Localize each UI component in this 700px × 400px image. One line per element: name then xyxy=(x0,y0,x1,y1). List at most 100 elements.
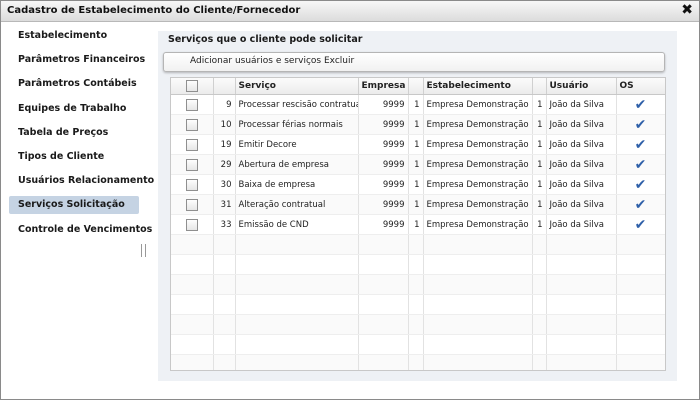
cell-usuario: João da Silva xyxy=(546,134,617,155)
cell-estabelecimento xyxy=(423,314,533,335)
delete-button[interactable]: Excluir xyxy=(324,56,354,66)
cell-estabelecimento: Empresa Demonstração xyxy=(423,154,533,175)
row-checkbox[interactable] xyxy=(185,98,198,111)
cell-est-num xyxy=(408,294,424,315)
cell-servico xyxy=(235,354,359,370)
table-row[interactable] xyxy=(171,314,665,335)
sidebar-item-parametros-contabeis[interactable]: Parâmetros Contábeis xyxy=(9,75,139,93)
cell-select[interactable] xyxy=(171,274,214,295)
cell-select[interactable] xyxy=(171,294,214,315)
cell-empresa xyxy=(358,294,409,315)
table-row[interactable] xyxy=(171,354,665,370)
cell-os xyxy=(616,314,665,335)
table-row[interactable] xyxy=(171,234,665,255)
cell-select[interactable] xyxy=(171,314,214,335)
table-row[interactable]: 29 Abertura de empresa 9999 1 Empresa Demons… xyxy=(171,154,665,175)
cell-id: 9 xyxy=(213,94,236,115)
cell-empresa xyxy=(358,334,409,355)
select-all-checkbox[interactable] xyxy=(185,80,198,92)
table-row[interactable] xyxy=(171,294,665,315)
table-row[interactable]: 31 Alteração contratual 9999 1 Empresa Demon… xyxy=(171,194,665,215)
cell-usuario xyxy=(546,274,617,295)
cell-usuario: João da Silva xyxy=(546,214,617,235)
table-row[interactable] xyxy=(171,274,665,295)
cell-select[interactable] xyxy=(171,134,214,155)
grid-body: 9 Processar rescisão contratual 9999 1 Empre… xyxy=(171,94,665,370)
sidebar-item-estabelecimento[interactable]: Estabelecimento xyxy=(9,27,139,45)
row-checkbox[interactable] xyxy=(185,198,198,211)
cell-estabelecimento xyxy=(423,254,533,275)
cell-est-num xyxy=(408,254,424,275)
cell-id: 33 xyxy=(213,214,236,235)
cell-estabelecimento: Empresa Demonstração xyxy=(423,174,533,195)
cell-usuario xyxy=(546,314,617,335)
cell-est-num: 1 xyxy=(408,214,424,235)
cell-usuario: João da Silva xyxy=(546,174,617,195)
row-checkbox[interactable] xyxy=(185,118,198,131)
header-select-all[interactable] xyxy=(171,78,214,95)
header-empresa[interactable]: Empresa xyxy=(358,78,409,95)
cell-est-num: 1 xyxy=(408,154,424,175)
cell-estabelecimento: Empresa Demonstração xyxy=(423,214,533,235)
row-checkbox[interactable] xyxy=(185,218,198,231)
cell-select[interactable] xyxy=(171,174,214,195)
header-usuario[interactable]: Usuário xyxy=(546,78,617,95)
cell-select[interactable] xyxy=(171,334,214,355)
sidebar-item-usuarios-relacionamento[interactable]: Usuários Relacionamento xyxy=(9,172,154,190)
splitter-handle[interactable] xyxy=(141,244,146,257)
cell-empresa xyxy=(358,274,409,295)
cell-est-num: 1 xyxy=(408,134,424,155)
check-icon: ✔ xyxy=(634,96,647,113)
sidebar-item-equipes-de-trabalho[interactable]: Equipes de Trabalho xyxy=(9,100,139,118)
table-row[interactable]: 30 Baixa de empresa 9999 1 Empresa Demonstra… xyxy=(171,174,665,195)
services-panel: Serviços que o cliente pode solicitar Ad… xyxy=(158,31,677,381)
cell-os: ✔ xyxy=(616,174,665,195)
table-row[interactable]: 19 Emitir Decore 9999 1 Empresa Demonstração… xyxy=(171,134,665,155)
cell-estabelecimento: Empresa Demonstração xyxy=(423,94,533,115)
cell-select[interactable] xyxy=(171,154,214,175)
cell-id xyxy=(213,234,236,255)
close-icon[interactable]: ✖ xyxy=(681,2,693,18)
sidebar-item-tabela-de-precos[interactable]: Tabela de Preços xyxy=(9,124,139,142)
row-checkbox[interactable] xyxy=(185,158,198,171)
cell-empresa: 9999 xyxy=(358,134,409,155)
sidebar-item-parametros-financeiros[interactable]: Parâmetros Financeiros xyxy=(9,51,145,69)
cell-select[interactable] xyxy=(171,234,214,255)
window-title: Cadastro de Estabelecimento do Cliente/F… xyxy=(7,5,301,16)
cell-select[interactable] xyxy=(171,114,214,135)
header-os[interactable]: OS xyxy=(616,78,665,95)
cell-os: ✔ xyxy=(616,114,665,135)
check-icon: ✔ xyxy=(634,136,647,153)
cell-select[interactable] xyxy=(171,194,214,215)
cell-id xyxy=(213,254,236,275)
cell-servico: Emissão de CND xyxy=(235,214,359,235)
table-row[interactable]: 33 Emissão de CND 9999 1 Empresa Demonstraçã… xyxy=(171,214,665,235)
cell-est-num xyxy=(408,354,424,370)
sidebar-item-controle-de-vencimentos[interactable]: Controle de Vencimentos xyxy=(9,221,152,239)
cell-select[interactable] xyxy=(171,214,214,235)
cell-empresa: 9999 xyxy=(358,114,409,135)
cell-usr-num: 1 xyxy=(532,94,547,115)
table-row[interactable]: 9 Processar rescisão contratual 9999 1 Empre… xyxy=(171,94,665,115)
cell-usr-num: 1 xyxy=(532,194,547,215)
cell-select[interactable] xyxy=(171,94,214,115)
sidebar-item-tipos-de-cliente[interactable]: Tipos de Cliente xyxy=(9,148,139,166)
cell-select[interactable] xyxy=(171,254,214,275)
table-row[interactable]: 10 Processar férias normais 9999 1 Empresa D… xyxy=(171,114,665,135)
cell-est-num xyxy=(408,314,424,335)
cell-os: ✔ xyxy=(616,194,665,215)
row-checkbox[interactable] xyxy=(185,178,198,191)
cell-select[interactable] xyxy=(171,354,214,370)
sidebar: Estabelecimento Parâmetros Financeiros P… xyxy=(9,27,154,245)
header-servico[interactable]: Serviço xyxy=(235,78,359,95)
row-checkbox[interactable] xyxy=(185,138,198,151)
cell-servico: Processar férias normais xyxy=(235,114,359,135)
sidebar-item-servicos-solicitacao[interactable]: Serviços Solicitação xyxy=(9,196,139,215)
header-estabelecimento[interactable]: Estabelecimento xyxy=(423,78,533,95)
cell-empresa: 9999 xyxy=(358,94,409,115)
table-row[interactable] xyxy=(171,334,665,355)
table-row[interactable] xyxy=(171,254,665,275)
add-users-services-button[interactable]: Adicionar usuários e serviços xyxy=(190,56,321,66)
cell-usuario: João da Silva xyxy=(546,114,617,135)
cell-empresa: 9999 xyxy=(358,214,409,235)
